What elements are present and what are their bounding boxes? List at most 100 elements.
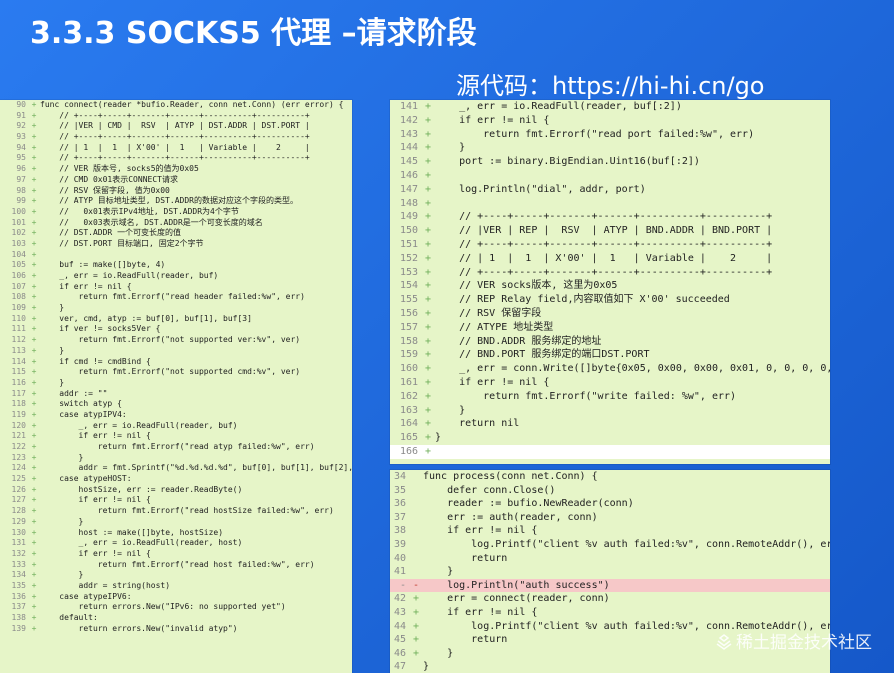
code-line: 120 + _, err = io.ReadFull(reader, buf) <box>0 421 352 432</box>
code-line: 142 + if err != nil { <box>390 114 830 128</box>
diff-added-marker: + <box>31 580 37 590</box>
diff-added-marker: + <box>424 169 432 181</box>
diff-added-marker: + <box>31 484 37 494</box>
line-number: 147 <box>399 183 418 195</box>
diff-added-marker <box>409 497 423 511</box>
juejin-watermark: 稀土掘金技术社区 <box>716 628 872 653</box>
code-panel-connect-part1: 90 + func connect(reader *bufio.Reader, co… <box>0 100 352 673</box>
line-number: 34 <box>393 471 406 482</box>
code-text: log.Println("auth success") <box>423 579 610 591</box>
code-line: 162 + return fmt.Errorf("write failed: %w… <box>390 390 830 404</box>
code-text: } <box>435 432 442 444</box>
code-line: 141 + _, err = io.ReadFull(reader, buf[:2… <box>390 100 830 114</box>
diff-added-marker <box>409 538 423 552</box>
diff-added-marker: + <box>31 399 37 409</box>
code-text: if ver != socks5Ver { <box>40 324 161 334</box>
diff-added-marker: + <box>31 388 37 398</box>
line-number: 111 <box>11 324 26 334</box>
diff-added-marker: + <box>424 197 432 209</box>
diff-added-marker: + <box>31 356 37 366</box>
line-number: 91 <box>16 110 26 120</box>
code-text: // +----+-----+-------+------+----------… <box>435 211 773 223</box>
line-number: 135 <box>11 580 26 590</box>
line-number: 95 <box>16 153 26 163</box>
code-line: 131 + _, err = io.ReadFull(reader, host) <box>0 538 352 549</box>
line-number: 94 <box>16 142 26 152</box>
code-line: 42 + err = connect(reader, conn) <box>390 592 830 606</box>
code-text: } <box>40 516 84 526</box>
code-line: 123 + } <box>0 453 352 464</box>
diff-added-marker: + <box>31 538 37 548</box>
line-number: 166 <box>399 445 418 457</box>
line-number: 41 <box>393 566 406 578</box>
diff-added-marker <box>409 470 423 484</box>
code-text: if err != nil { <box>40 281 132 291</box>
code-text: switch atyp { <box>40 399 122 409</box>
line-number: 142 <box>399 114 418 126</box>
code-text: if err != nil { <box>40 431 151 441</box>
code-text: // DST.PORT 目标端口, 固定2个字节 <box>40 238 204 248</box>
code-text: case atypeIPV6: <box>40 591 132 601</box>
source-code-link[interactable]: 源代码：https://hi-hi.cn/go <box>456 66 764 101</box>
code-line: 43 + if err != nil { <box>390 606 830 620</box>
code-line: 116 + } <box>0 378 352 389</box>
line-number: 103 <box>11 238 26 248</box>
code-line: 35 defer conn.Close() <box>390 484 830 498</box>
code-line: 117 + addr := "" <box>0 389 352 400</box>
line-number: 127 <box>11 495 26 505</box>
code-line: 156 + // RSV 保留字段 <box>390 307 830 321</box>
diff-added-marker: + <box>31 303 37 313</box>
diff-added-marker: + <box>424 335 432 347</box>
line-number: 138 <box>11 613 26 622</box>
code-line: 90 + func connect(reader *bufio.Reader, co… <box>0 100 352 111</box>
code-text: // BND.ADDR 服务绑定的地址 <box>435 335 602 347</box>
code-text: return nil <box>435 418 520 430</box>
code-text: // VER 版本号, socks5的值为0x05 <box>40 164 199 174</box>
code-line: 112 + return fmt.Errorf("not supported ve… <box>0 335 352 346</box>
code-line: 110 + ver, cmd, atyp := buf[0], buf[1], b… <box>0 314 352 325</box>
diff-added-marker: + <box>412 606 420 618</box>
code-line: 158 + // BND.ADDR 服务绑定的地址 <box>390 335 830 349</box>
line-number: 108 <box>11 292 26 302</box>
code-text: } <box>423 661 430 673</box>
code-text: } <box>40 377 65 387</box>
diff-added-marker <box>409 524 423 538</box>
line-number: 161 <box>399 376 418 388</box>
code-line: 38 if err != nil { <box>390 524 830 538</box>
diff-added-marker: + <box>31 271 37 280</box>
code-text: case atypIPV4: <box>40 409 127 419</box>
code-text: } <box>40 303 65 313</box>
line-number: 149 <box>399 211 418 223</box>
diff-added-marker: + <box>412 593 420 605</box>
line-number: 156 <box>399 307 418 319</box>
code-line: 96 + // VER 版本号, socks5的值为0x05 <box>0 164 352 175</box>
diff-added-marker: + <box>31 506 37 516</box>
code-line: 165 +} <box>390 431 830 445</box>
line-number: 106 <box>11 271 26 280</box>
code-line: 129 + } <box>0 517 352 528</box>
line-number: 35 <box>393 484 406 496</box>
diff-added-marker: + <box>31 249 37 259</box>
code-text: } <box>423 566 454 578</box>
line-number: 47 <box>393 661 406 673</box>
code-line: 102 + // DST.ADDR 一个可变长度的值 <box>0 228 352 239</box>
slide-background: 3.3.3 SOCKS5 代理 –请求阶段 源代码：https://hi-hi.… <box>0 0 894 673</box>
code-text: log.Println("dial", addr, port) <box>435 183 646 195</box>
line-number: 107 <box>11 281 26 291</box>
code-line: 125 + case atypeHOST: <box>0 474 352 485</box>
diff-added-marker: + <box>424 266 432 278</box>
diff-added-marker: + <box>31 100 37 109</box>
code-text: port := binary.BigEndian.Uint16(buf[:2]) <box>435 156 700 168</box>
code-text: } <box>40 570 84 580</box>
line-number: 130 <box>11 527 26 537</box>
line-number: 109 <box>11 303 26 313</box>
line-number: 112 <box>11 335 26 345</box>
line-number: 115 <box>11 367 26 377</box>
code-line: 159 + // BND.PORT 服务绑定的端口DST.PORT <box>390 348 830 362</box>
line-number: 154 <box>399 280 418 292</box>
line-number: 133 <box>11 559 26 569</box>
code-text: func process(conn net.Conn) { <box>423 471 598 482</box>
code-text: // BND.PORT 服务绑定的端口DST.PORT <box>435 349 650 361</box>
code-line: 119 + case atypIPV4: <box>0 410 352 421</box>
